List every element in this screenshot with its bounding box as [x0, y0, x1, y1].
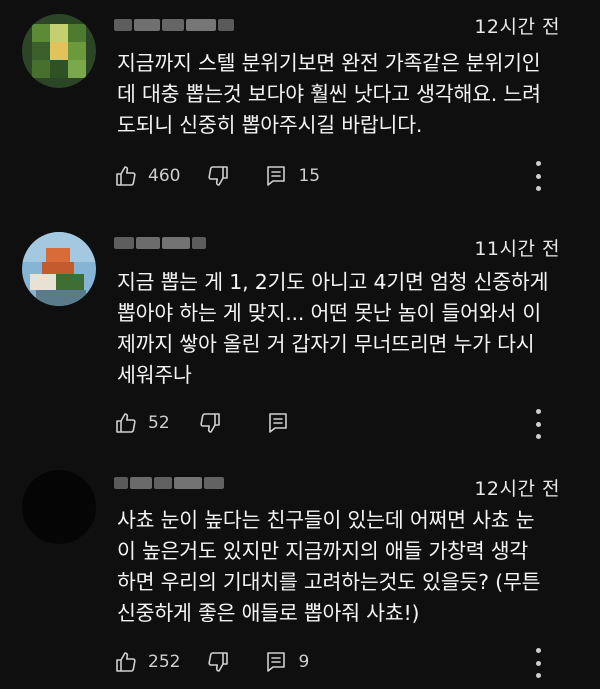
like-button[interactable]: 252 [114, 650, 180, 674]
comment-actions: 460 15 [114, 160, 320, 192]
author-name-blurred[interactable] [114, 14, 254, 36]
dislike-button[interactable] [198, 411, 222, 435]
dislike-button[interactable] [206, 164, 230, 188]
comment-3: 12시간 전 사쵸 눈이 높다는 친구들이 있는데 어쩌면 사쵸 눈 이 높은거… [0, 460, 600, 689]
reply-count: 9 [298, 652, 310, 672]
comment-text: 사쵸 눈이 높다는 친구들이 있는데 어쩌면 사쵸 눈 이 높은거도 있지만 지… [117, 508, 541, 625]
author-name-blurred[interactable] [114, 232, 254, 254]
more-options-button[interactable] [532, 161, 544, 191]
like-count: 52 [148, 413, 170, 433]
blurred-username [114, 237, 206, 249]
dot [535, 648, 541, 653]
comment-timestamp: 12시간 전 [474, 478, 560, 500]
blurred-username [114, 19, 234, 31]
reply-button[interactable]: 15 [264, 164, 320, 188]
like-count: 252 [148, 652, 181, 672]
like-count: 460 [148, 166, 181, 186]
thumbs-up-icon [114, 164, 138, 188]
comment-actions: 52 [114, 407, 290, 439]
dot [535, 409, 541, 414]
comment-icon [264, 650, 288, 674]
comment-text: 지금까지 스텔 분위기보면 완전 가족같은 분위기인 데 대충 뽑는것 보다야 … [117, 51, 541, 137]
dot [535, 173, 541, 179]
dot [535, 161, 541, 166]
avatar[interactable] [22, 470, 96, 544]
avatar[interactable] [22, 232, 96, 306]
like-button[interactable]: 52 [114, 411, 170, 435]
comment-1: 12시간 전 지금까지 스텔 분위기보면 완전 가족같은 분위기인 데 대충 뽑… [0, 0, 600, 200]
reply-button[interactable] [266, 411, 290, 435]
more-options-button[interactable] [532, 648, 544, 678]
more-options-button[interactable] [532, 409, 544, 439]
blurred-username [114, 477, 224, 489]
thumbs-down-icon [198, 411, 222, 435]
comment-timestamp: 11시간 전 [474, 238, 560, 260]
thumbs-down-icon [206, 164, 230, 188]
comment-text: 지금 뽑는 게 1, 2기도 아니고 4기면 엄청 신중하게 뽑아야 하는 게 … [117, 270, 549, 387]
thumbs-down-icon [206, 650, 230, 674]
dot [535, 186, 541, 191]
reply-button[interactable]: 9 [264, 650, 309, 674]
thumbs-up-icon [114, 650, 138, 674]
dislike-button[interactable] [206, 650, 230, 674]
like-button[interactable]: 460 [114, 164, 180, 188]
comment-2: 11시간 전 지금 뽑는 게 1, 2기도 아니고 4기면 엄청 신중하게 뽑아… [0, 222, 600, 442]
dot [535, 434, 541, 439]
author-name-blurred[interactable] [114, 472, 254, 494]
comment-icon [264, 164, 288, 188]
comment-icon [266, 411, 290, 435]
avatar[interactable] [22, 14, 96, 88]
dot [535, 660, 541, 666]
comment-timestamp: 12시간 전 [474, 16, 560, 38]
dot [535, 421, 541, 427]
reply-count: 15 [298, 166, 321, 186]
thumbs-up-icon [114, 411, 138, 435]
dot [535, 673, 541, 678]
comment-actions: 252 9 [114, 646, 309, 678]
